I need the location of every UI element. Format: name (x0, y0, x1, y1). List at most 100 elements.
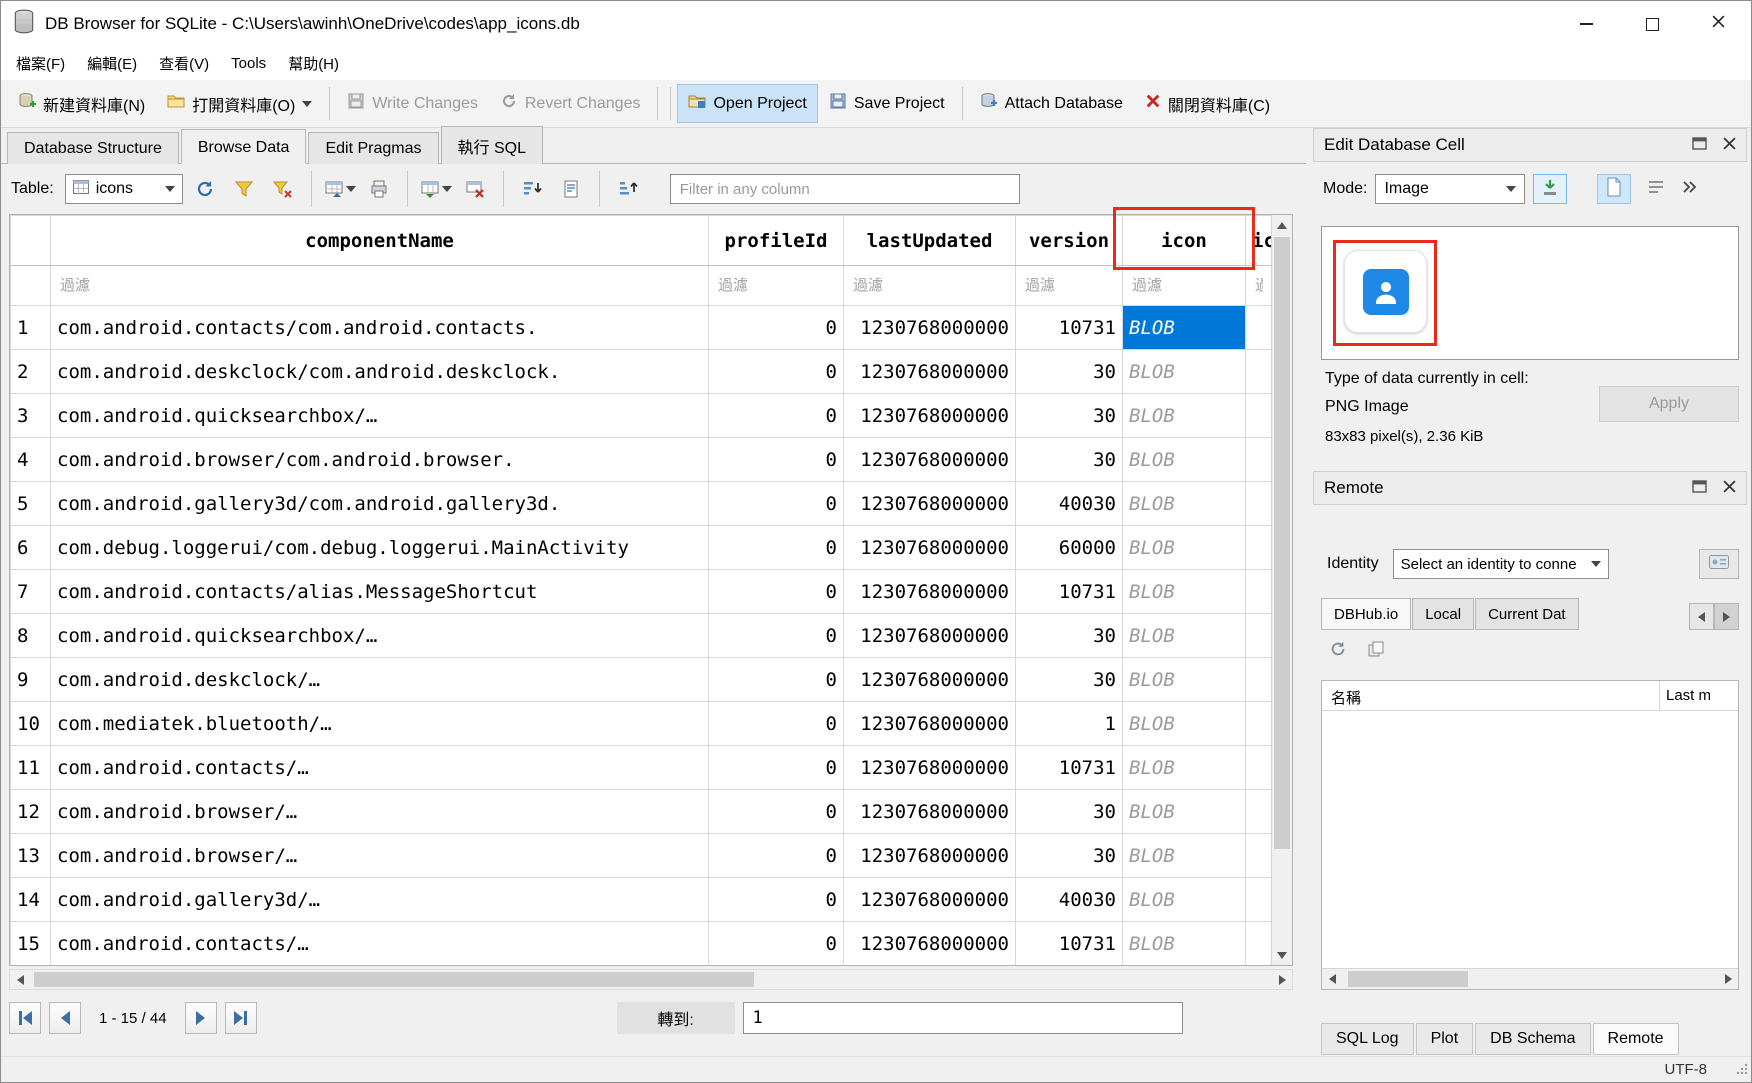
float-panel-button[interactable] (1692, 135, 1707, 155)
cell-icon[interactable]: BLOB (1123, 878, 1246, 922)
delete-record-button[interactable] (458, 172, 492, 206)
new-database-button[interactable]: 新建資料庫(N) (7, 84, 156, 124)
export-record-button[interactable] (419, 172, 453, 206)
cell-version[interactable]: 30 (1016, 614, 1123, 658)
cell-profileId[interactable]: 0 (709, 614, 844, 658)
cell-icon[interactable]: BLOB (1123, 526, 1246, 570)
column-header-partial[interactable]: ic (1246, 216, 1273, 266)
cell-profileId[interactable]: 0 (709, 306, 844, 350)
previous-page-button[interactable] (49, 1002, 81, 1034)
cell-lastUpdated[interactable]: 1230768000000 (844, 702, 1016, 746)
cell-partial[interactable] (1246, 570, 1273, 614)
cell-profileId[interactable]: 0 (709, 350, 844, 394)
cell-lastUpdated[interactable]: 1230768000000 (844, 394, 1016, 438)
write-changes-button[interactable]: Write Changes (336, 84, 489, 123)
tab-remote[interactable]: Remote (1593, 1023, 1679, 1055)
remote-clone-button[interactable] (1367, 640, 1385, 663)
save-project-button[interactable]: Save Project (818, 84, 956, 123)
first-page-button[interactable] (9, 1002, 41, 1034)
menu-help[interactable]: 幫助(H) (277, 48, 350, 79)
cell-version[interactable]: 30 (1016, 394, 1123, 438)
cell-lastUpdated[interactable]: 1230768000000 (844, 306, 1016, 350)
cell-componentName[interactable]: com.mediatek.bluetooth/… (51, 702, 709, 746)
resize-grip[interactable] (1734, 1061, 1748, 1079)
text-view-button[interactable] (1639, 174, 1673, 204)
cell-componentName[interactable]: com.android.contacts/alias.MessageShortc… (51, 570, 709, 614)
cell-icon[interactable]: BLOB (1123, 482, 1246, 526)
cell-icon[interactable]: BLOB (1123, 394, 1246, 438)
cell-lastUpdated[interactable]: 1230768000000 (844, 790, 1016, 834)
cell-version[interactable]: 30 (1016, 834, 1123, 878)
cell-profileId[interactable]: 0 (709, 482, 844, 526)
cell-icon[interactable]: BLOB (1123, 834, 1246, 878)
filter-input-profileId[interactable] (709, 266, 843, 305)
cell-componentName[interactable]: com.android.browser/… (51, 790, 709, 834)
remote-list-body[interactable] (1322, 711, 1738, 947)
identity-settings-button[interactable] (1699, 549, 1739, 579)
apply-button[interactable]: Apply (1599, 386, 1739, 422)
cell-version[interactable]: 1 (1016, 702, 1123, 746)
tab-database-structure[interactable]: Database Structure (7, 132, 179, 164)
refresh-button[interactable] (188, 172, 222, 206)
filter-button[interactable] (227, 172, 261, 206)
cell-icon[interactable]: BLOB (1123, 306, 1246, 350)
revert-changes-button[interactable]: Revert Changes (489, 84, 652, 123)
encoding-indicator[interactable]: UTF-8 (1665, 1061, 1708, 1078)
cell-componentName[interactable]: com.android.contacts/… (51, 746, 709, 790)
cell-componentName[interactable]: com.android.browser/com.android.browser. (51, 438, 709, 482)
cell-lastUpdated[interactable]: 1230768000000 (844, 350, 1016, 394)
cell-partial[interactable] (1246, 438, 1273, 482)
more-options-icon[interactable] (1681, 180, 1697, 199)
tabs-scroll-right-button[interactable] (1714, 603, 1739, 630)
cell-profileId[interactable]: 0 (709, 658, 844, 702)
close-database-button[interactable]: 關閉資料庫(C) (1134, 84, 1281, 124)
cell-icon[interactable]: BLOB (1123, 614, 1246, 658)
filter-input-componentName[interactable] (51, 266, 708, 305)
mode-select[interactable]: Image (1375, 174, 1525, 204)
filter-input-version[interactable] (1016, 266, 1122, 305)
cell-partial[interactable] (1246, 394, 1273, 438)
cell-componentName[interactable]: com.android.quicksearchbox/… (51, 394, 709, 438)
column-header-componentName[interactable]: componentName (51, 216, 709, 266)
cell-partial[interactable] (1246, 526, 1273, 570)
scroll-right-button[interactable] (1272, 970, 1292, 989)
cell-profileId[interactable]: 0 (709, 526, 844, 570)
column-header-version[interactable]: version (1016, 216, 1123, 266)
cell-lastUpdated[interactable]: 1230768000000 (844, 526, 1016, 570)
remote-refresh-button[interactable] (1329, 640, 1347, 663)
cell-lastUpdated[interactable]: 1230768000000 (844, 746, 1016, 790)
image-view-button[interactable] (1597, 174, 1631, 204)
sort-desc-button[interactable] (611, 172, 645, 206)
scrollbar-thumb[interactable] (34, 972, 754, 987)
tab-execute-sql[interactable]: 執行 SQL (441, 126, 543, 164)
remote-tab-current-database[interactable]: Current Dat (1475, 598, 1579, 630)
cell-partial[interactable] (1246, 790, 1273, 834)
last-page-button[interactable] (225, 1002, 257, 1034)
close-button[interactable] (1685, 1, 1751, 47)
cell-version[interactable]: 40030 (1016, 878, 1123, 922)
edit-cell-button[interactable] (554, 172, 588, 206)
cell-partial[interactable] (1246, 614, 1273, 658)
cell-partial[interactable] (1246, 746, 1273, 790)
cell-profileId[interactable]: 0 (709, 878, 844, 922)
import-data-button[interactable] (1533, 174, 1567, 204)
sort-asc-button[interactable] (515, 172, 549, 206)
cell-version[interactable]: 30 (1016, 438, 1123, 482)
cell-lastUpdated[interactable]: 1230768000000 (844, 614, 1016, 658)
remote-column-last-modified[interactable]: Last m (1660, 681, 1738, 710)
print-button[interactable] (362, 172, 396, 206)
cell-icon[interactable]: BLOB (1123, 438, 1246, 482)
cell-partial[interactable] (1246, 658, 1273, 702)
cell-profileId[interactable]: 0 (709, 394, 844, 438)
cell-icon[interactable]: BLOB (1123, 658, 1246, 702)
cell-profileId[interactable]: 0 (709, 570, 844, 614)
cell-lastUpdated[interactable]: 1230768000000 (844, 834, 1016, 878)
minimize-button[interactable] (1553, 1, 1619, 47)
close-panel-button[interactable] (1723, 478, 1736, 498)
cell-version[interactable]: 40030 (1016, 482, 1123, 526)
cell-version[interactable]: 10731 (1016, 746, 1123, 790)
scrollbar-thumb[interactable] (1274, 237, 1290, 849)
scrollbar-thumb[interactable] (1348, 971, 1468, 987)
cell-partial[interactable] (1246, 922, 1273, 966)
cell-lastUpdated[interactable]: 1230768000000 (844, 482, 1016, 526)
